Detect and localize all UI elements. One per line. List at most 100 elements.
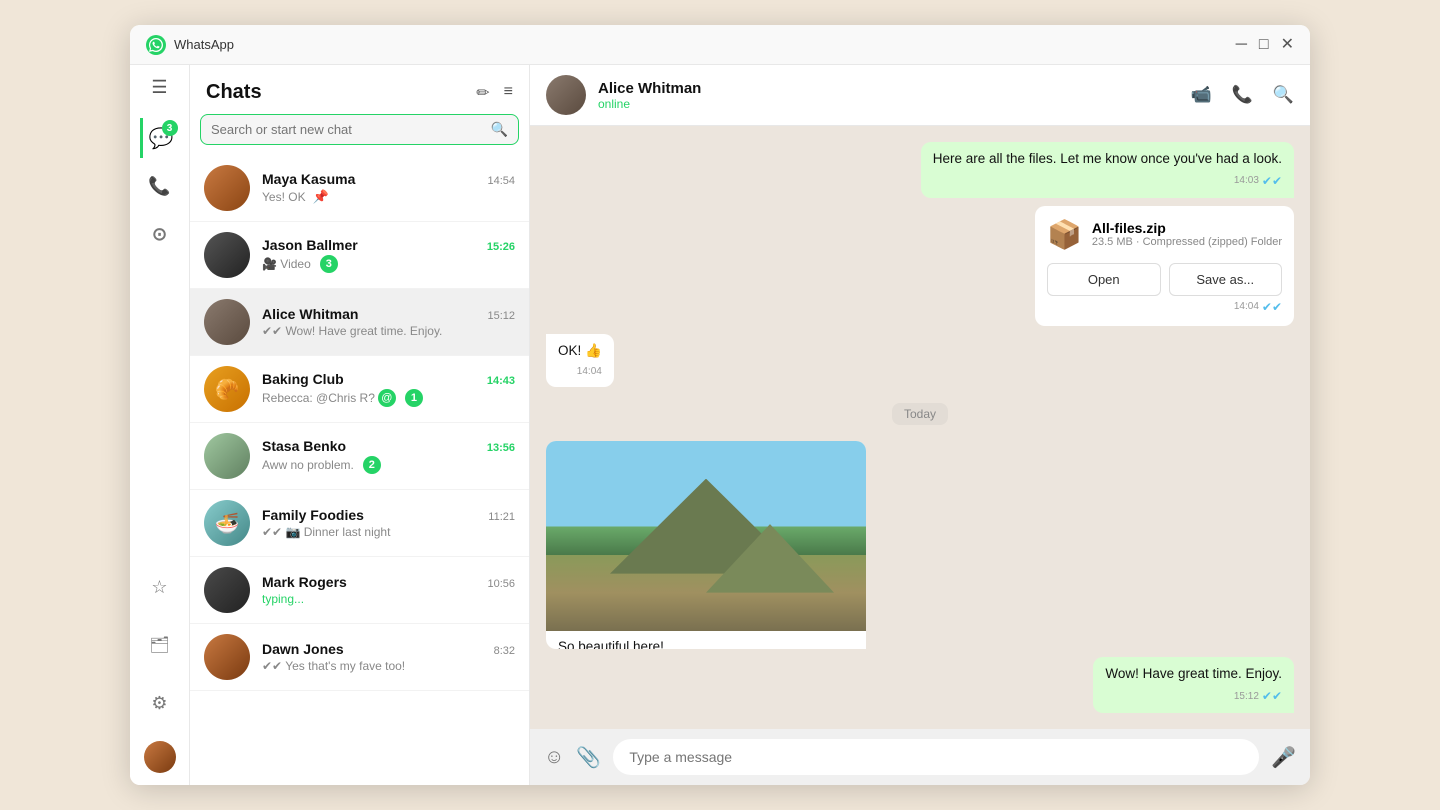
app-window: WhatsApp ─ □ ✕ ☰ 💬 3 📞 ⊙ ☆ <box>130 25 1310 785</box>
list-item[interactable]: Stasa Benko 13:56 Aww no problem. 2 <box>190 423 529 490</box>
file-name: All-files.zip <box>1092 220 1282 236</box>
menu-icon[interactable]: ☰ <box>151 77 167 98</box>
message-time: 15:12 <box>487 310 515 322</box>
chat-list-actions: ✏ ≡ <box>476 83 513 103</box>
message-time: 8:32 <box>494 645 515 657</box>
message-preview: 🎥 Video 3 <box>262 255 515 273</box>
chat-info: Alice Whitman 15:12 ✔✔ Wow! Have great t… <box>262 306 515 338</box>
list-item[interactable]: Jason Ballmer 15:26 🎥 Video 3 <box>190 222 529 289</box>
avatar: 🥐 <box>204 366 250 412</box>
read-ticks: ✔✔ <box>1262 688 1282 705</box>
minimize-button[interactable]: ─ <box>1236 37 1247 53</box>
contact-name: Jason Ballmer <box>262 237 358 253</box>
image-caption: So beautiful here! 15:06 <box>546 631 866 650</box>
avatar <box>204 299 250 345</box>
message-text: Here are all the files. Let me know once… <box>933 151 1282 166</box>
message-time: 14:04 <box>558 365 602 379</box>
list-item[interactable]: 🥐 Baking Club 14:43 Rebecca: @Chris R? @… <box>190 356 529 423</box>
chat-info: Stasa Benko 13:56 Aww no problem. 2 <box>262 438 515 474</box>
user-avatar[interactable] <box>144 741 176 773</box>
message-input[interactable] <box>613 739 1259 775</box>
contact-name: Baking Club <box>262 371 344 387</box>
list-item[interactable]: Alice Whitman 15:12 ✔✔ Wow! Have great t… <box>190 289 529 356</box>
search-icon: 🔍 <box>491 121 508 138</box>
list-item[interactable]: Maya Kasuma 14:54 Yes! OK 📌 <box>190 155 529 222</box>
maximize-button[interactable]: □ <box>1259 37 1269 53</box>
microphone-icon[interactable]: 🎤 <box>1271 745 1296 770</box>
message-time: 11:21 <box>488 511 515 523</box>
contact-name: Stasa Benko <box>262 438 346 454</box>
chat-header: Alice Whitman online 📹 📞 🔍 <box>530 65 1310 126</box>
chat-info: Jason Ballmer 15:26 🎥 Video 3 <box>262 237 515 273</box>
chat-name-row: Alice Whitman 15:12 <box>262 306 515 322</box>
status-icon: ⊙ <box>152 224 167 245</box>
star-icon: ☆ <box>151 577 167 598</box>
file-info: All-files.zip 23.5 MB · Compressed (zipp… <box>1092 220 1282 248</box>
message-bubble: OK! 👍 14:04 <box>546 334 614 387</box>
chat-info: Mark Rogers 10:56 typing... <box>262 574 515 606</box>
contact-name: Maya Kasuma <box>262 171 355 187</box>
contact-name: Dawn Jones <box>262 641 344 657</box>
chat-list-title: Chats <box>206 81 476 104</box>
pin-icon: 📌 <box>313 189 329 205</box>
chat-info: Baking Club 14:43 Rebecca: @Chris R? @ 1 <box>262 371 515 407</box>
sidebar-item-chats[interactable]: 💬 3 <box>140 118 180 158</box>
calls-icon: 📞 <box>148 176 170 197</box>
window-controls: ─ □ ✕ <box>1236 37 1294 53</box>
open-file-button[interactable]: Open <box>1047 263 1161 296</box>
chat-info: Dawn Jones 8:32 ✔✔ Yes that's my fave to… <box>262 641 515 673</box>
message-preview: typing... <box>262 592 515 606</box>
chat-info: Family Foodies 11:21 ✔✔ 📷 Dinner last ni… <box>262 507 515 539</box>
list-item[interactable]: 🍜 Family Foodies 11:21 ✔✔ 📷 Dinner last … <box>190 490 529 557</box>
message-preview: ✔✔ Wow! Have great time. Enjoy. <box>262 324 515 338</box>
chat-list-panel: Chats ✏ ≡ 🔍 Maya Kasuma 14:54 <box>190 65 530 785</box>
message-preview: Rebecca: @Chris R? @ 1 <box>262 389 515 407</box>
message-image <box>546 441 866 631</box>
read-ticks: ✔✔ <box>1262 300 1282 314</box>
chat-name-row: Stasa Benko 13:56 <box>262 438 515 454</box>
window-title: WhatsApp <box>174 37 1236 52</box>
chat-list: Maya Kasuma 14:54 Yes! OK 📌 Jas <box>190 155 529 785</box>
nav-bottom: ☆ 🗂 ⚙ <box>140 567 180 773</box>
save-file-button[interactable]: Save as... <box>1169 263 1283 296</box>
image-message: So beautiful here! 15:06 ❤️ <box>546 441 866 650</box>
voice-call-icon[interactable]: 📞 <box>1232 85 1253 105</box>
unread-badge: 2 <box>363 456 381 474</box>
new-chat-icon[interactable]: ✏ <box>476 83 489 103</box>
read-ticks: ✔✔ <box>1262 173 1282 190</box>
emoji-icon[interactable]: ☺ <box>544 746 564 769</box>
list-item[interactable]: Dawn Jones 8:32 ✔✔ Yes that's my fave to… <box>190 624 529 691</box>
search-input[interactable] <box>211 122 491 137</box>
chat-contact-avatar[interactable] <box>546 75 586 115</box>
chat-name-row: Mark Rogers 10:56 <box>262 574 515 590</box>
chat-info: Maya Kasuma 14:54 Yes! OK 📌 <box>262 171 515 205</box>
sidebar-item-starred[interactable]: ☆ <box>140 567 180 607</box>
avatar <box>204 433 250 479</box>
close-button[interactable]: ✕ <box>1281 37 1294 53</box>
avatar <box>204 634 250 680</box>
sidebar-item-archived[interactable]: 🗂 <box>140 625 180 665</box>
unread-badge: 3 <box>320 255 338 273</box>
list-item[interactable]: Mark Rogers 10:56 typing... <box>190 557 529 624</box>
message-preview: ✔✔ Yes that's my fave too! <box>262 659 515 673</box>
message-time: 14:03 ✔✔ <box>933 173 1282 190</box>
file-header: 📦 All-files.zip 23.5 MB · Compressed (zi… <box>1047 218 1282 251</box>
message-time: 13:56 <box>487 442 515 454</box>
chat-contact-status: online <box>598 97 1190 111</box>
chat-header-actions: 📹 📞 🔍 <box>1190 85 1294 105</box>
message-time: 10:56 <box>487 578 515 590</box>
attach-icon[interactable]: 📎 <box>576 745 601 770</box>
sidebar-item-settings[interactable]: ⚙ <box>140 683 180 723</box>
search-chat-icon[interactable]: 🔍 <box>1273 85 1294 105</box>
sidebar-item-calls[interactable]: 📞 <box>140 166 180 206</box>
chat-name-row: Jason Ballmer 15:26 <box>262 237 515 253</box>
file-actions: Open Save as... <box>1047 263 1282 296</box>
file-meta: 23.5 MB · Compressed (zipped) Folder <box>1092 236 1282 248</box>
messages-area[interactable]: Here are all the files. Let me know once… <box>530 126 1310 729</box>
video-call-icon[interactable]: 📹 <box>1190 85 1211 105</box>
filter-icon[interactable]: ≡ <box>504 83 513 103</box>
chat-name-row: Dawn Jones 8:32 <box>262 641 515 657</box>
sidebar-item-status[interactable]: ⊙ <box>140 214 180 254</box>
chat-name-row: Maya Kasuma 14:54 <box>262 171 515 187</box>
mention-badge: @ <box>378 389 396 407</box>
